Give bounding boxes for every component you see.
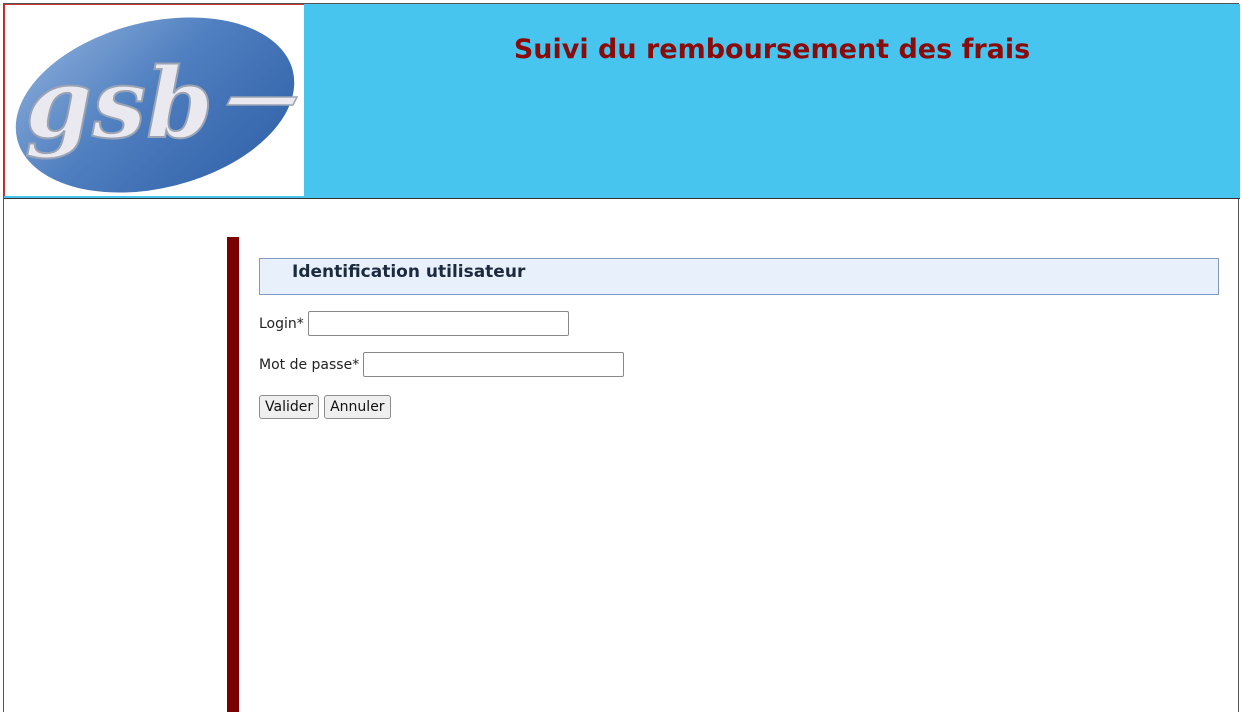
password-input[interactable] — [363, 352, 625, 377]
gsb-logo: gsb — [4, 4, 304, 196]
login-panel-heading: Identification utilisateur — [292, 262, 526, 282]
password-label: Mot de passe* — [259, 356, 360, 373]
login-input[interactable] — [307, 311, 569, 336]
reset-button[interactable]: Annuler — [324, 395, 391, 419]
page-title: Suivi du remboursement des frais — [513, 34, 1031, 65]
gsb-logo-image: gsb — [15, 17, 299, 193]
login-panel-header: Identification utilisateur — [259, 258, 1219, 295]
form-buttons: Valider Annuler — [259, 395, 391, 419]
login-row: Login* — [259, 311, 569, 336]
page-header: gsb Suivi du remboursement des frais — [4, 4, 1240, 199]
submit-button[interactable]: Valider — [259, 395, 320, 419]
sidebar-accent-bar — [227, 237, 239, 712]
password-row: Mot de passe* — [259, 352, 625, 377]
logo-lettering: gsb — [25, 47, 213, 160]
login-label: Login* — [259, 315, 304, 332]
